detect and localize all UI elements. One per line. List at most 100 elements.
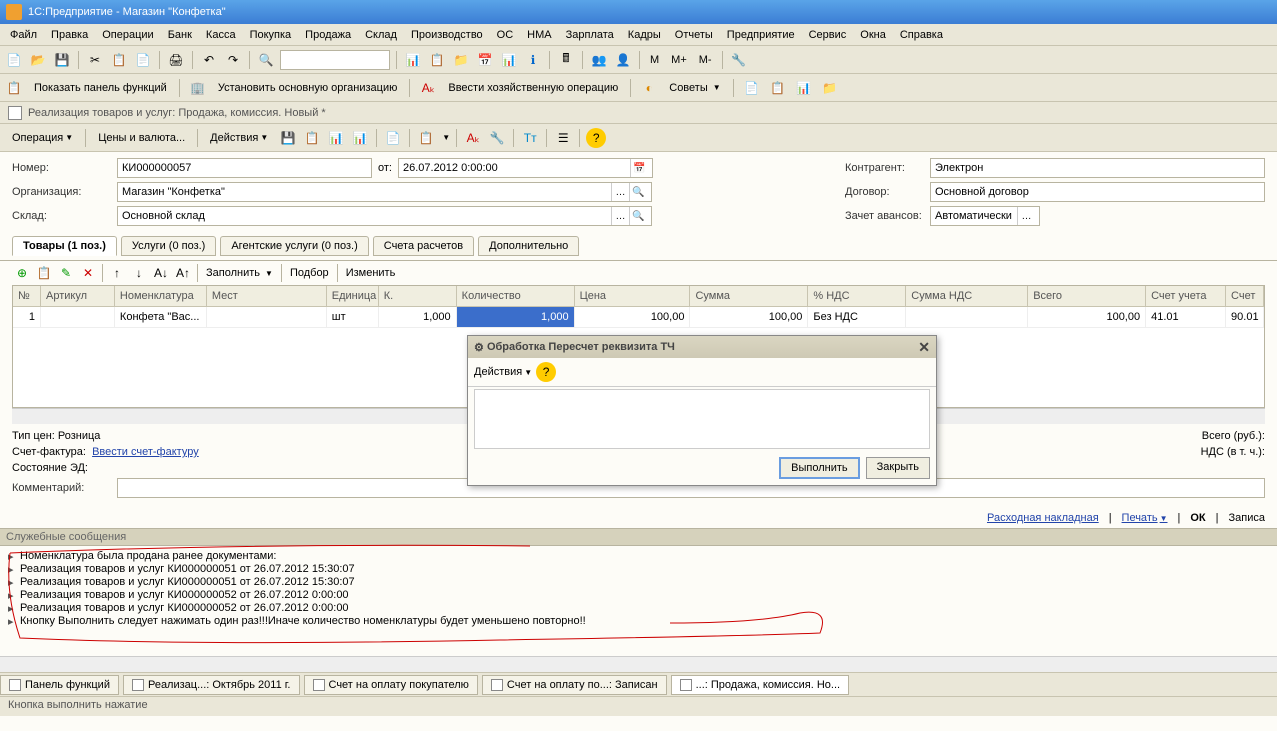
contr-input[interactable]: Электрон [930,158,1265,178]
cell[interactable]: 41.01 [1146,307,1226,327]
doc-tt-icon[interactable]: Tт [520,128,540,148]
find-icon[interactable]: 🔍 [256,50,276,70]
search-input[interactable] [280,50,390,70]
calc-icon[interactable]: 🖩 [556,50,576,70]
copy-icon[interactable]: 📋 [109,50,129,70]
date-input[interactable]: 26.07.2012 0:00:00📅 [398,158,653,178]
menu-reports[interactable]: Отчеты [669,27,719,43]
save-button[interactable]: Записа [1229,512,1265,524]
calendar-picker-icon[interactable]: 📅 [630,159,648,177]
cell[interactable] [207,307,327,327]
dialog-titlebar[interactable]: ⚙ Обработка Пересчет реквизита ТЧ ✕ [468,336,936,358]
task-invoice2[interactable]: Счет на оплату по...: Записан [482,675,667,695]
invoice-link[interactable]: Ввести счет-фактуру [92,446,199,458]
close-button[interactable]: Закрыть [866,457,930,479]
cell[interactable]: 1,000 [457,307,575,327]
doc-basis-icon[interactable]: 📄 [383,128,403,148]
doc-ak-icon[interactable]: Аₖ [463,128,483,148]
menu-bank[interactable]: Банк [162,27,198,43]
menu-edit[interactable]: Правка [45,27,94,43]
print-icon[interactable]: 🖨 [166,50,186,70]
ex2-icon[interactable]: 📋 [768,78,788,98]
cell[interactable]: Без НДС [808,307,906,327]
add-row-icon[interactable]: ⊕ [12,263,32,283]
ellipsis-icon[interactable]: … [611,207,629,225]
menu-operations[interactable]: Операции [96,27,159,43]
prices-menu[interactable]: Цены и валюта... [92,130,191,146]
menu-file[interactable]: Файл [4,27,43,43]
wrench-icon[interactable]: 🔧 [729,50,749,70]
col-header[interactable]: Всего [1028,286,1146,306]
cut-icon[interactable]: ✂ [85,50,105,70]
expense-note-link[interactable]: Расходная накладная [987,512,1099,524]
change-button[interactable]: Изменить [342,267,400,279]
task-current[interactable]: ...: Продажа, комиссия. Но... [671,675,850,695]
tool-icon[interactable]: 📊 [403,50,423,70]
tool4-icon[interactable]: 📊 [499,50,519,70]
advice-icon[interactable]: ◐ [639,78,659,98]
paste-icon[interactable]: 📄 [133,50,153,70]
menu-purchase[interactable]: Покупка [244,27,298,43]
col-header[interactable]: К. [379,286,457,306]
users-icon[interactable]: 👥 [589,50,609,70]
col-header[interactable]: Сумма НДС [906,286,1028,306]
tab-agent[interactable]: Агентские услуги (0 поз.) [220,236,368,256]
menu-windows[interactable]: Окна [854,27,892,43]
tab-goods[interactable]: Товары (1 поз.) [12,236,117,256]
ex4-icon[interactable]: 📁 [820,78,840,98]
cell[interactable]: 100,00 [690,307,808,327]
edit-row-icon[interactable]: ✎ [56,263,76,283]
org-input[interactable]: Магазин "Конфетка"…🔍 [117,182,652,202]
col-header[interactable]: Цена [575,286,691,306]
delete-row-icon[interactable]: ✕ [78,263,98,283]
op-icon[interactable]: Аₖ [418,78,438,98]
mplus-button[interactable]: М+ [667,54,691,66]
cell[interactable]: шт [327,307,379,327]
cell[interactable] [906,307,1028,327]
menu-service[interactable]: Сервис [803,27,853,43]
cell[interactable] [41,307,115,327]
col-header[interactable]: Единица [327,286,379,306]
execute-button[interactable]: Выполнить [779,457,859,479]
undo-icon[interactable]: ↶ [199,50,219,70]
col-header[interactable]: № [13,286,41,306]
cell[interactable]: 1 [13,307,41,327]
ellipsis-icon[interactable]: … [1017,207,1035,225]
col-header[interactable]: Мест [207,286,327,306]
mminus-button[interactable]: М- [695,54,716,66]
save-icon[interactable]: 💾 [52,50,72,70]
col-header[interactable]: Счет учета [1146,286,1226,306]
msg-hscroll[interactable] [0,656,1277,672]
cell[interactable]: 100,00 [575,307,691,327]
row-up-icon[interactable]: ↑ [107,263,127,283]
dialog-help-icon[interactable]: ? [536,362,556,382]
row-down-icon[interactable]: ↓ [129,263,149,283]
sort-desc-icon[interactable]: A↑ [173,263,193,283]
enter-op-button[interactable]: Ввести хозяйственную операцию [444,82,622,94]
menu-os[interactable]: ОС [491,27,520,43]
col-header[interactable]: Номенклатура [115,286,207,306]
col-header[interactable]: Счет [1226,286,1264,306]
operation-menu[interactable]: Операция▼ [6,130,79,146]
number-input[interactable]: КИ000000057 [117,158,372,178]
menu-nma[interactable]: НМА [521,27,557,43]
contract-input[interactable]: Основной договор [930,182,1265,202]
advice-button[interactable]: Советы▼ [665,82,724,94]
cell[interactable]: Конфета "Вас... [115,307,207,327]
cell[interactable]: 90.01 [1226,307,1264,327]
print-menu[interactable]: Печать▼ [1122,512,1168,524]
show-panel-button[interactable]: Показать панель функций [30,82,171,94]
pick-button[interactable]: Подбор [286,267,333,279]
dialog-actions-menu[interactable]: Действия▼ [474,366,532,378]
set-org-button[interactable]: Установить основную организацию [214,82,402,94]
task-invoice1[interactable]: Счет на оплату покупателю [304,675,478,695]
calendar-icon[interactable]: 📅 [475,50,495,70]
m-button[interactable]: М [646,54,663,66]
col-header[interactable]: Артикул [41,286,115,306]
col-header[interactable]: Количество [457,286,575,306]
doc-struct-icon[interactable]: 🔧 [487,128,507,148]
doc-help-icon[interactable]: ? [586,128,606,148]
menu-cash[interactable]: Касса [200,27,242,43]
ex3-icon[interactable]: 📊 [794,78,814,98]
cell[interactable]: 1,000 [379,307,457,327]
